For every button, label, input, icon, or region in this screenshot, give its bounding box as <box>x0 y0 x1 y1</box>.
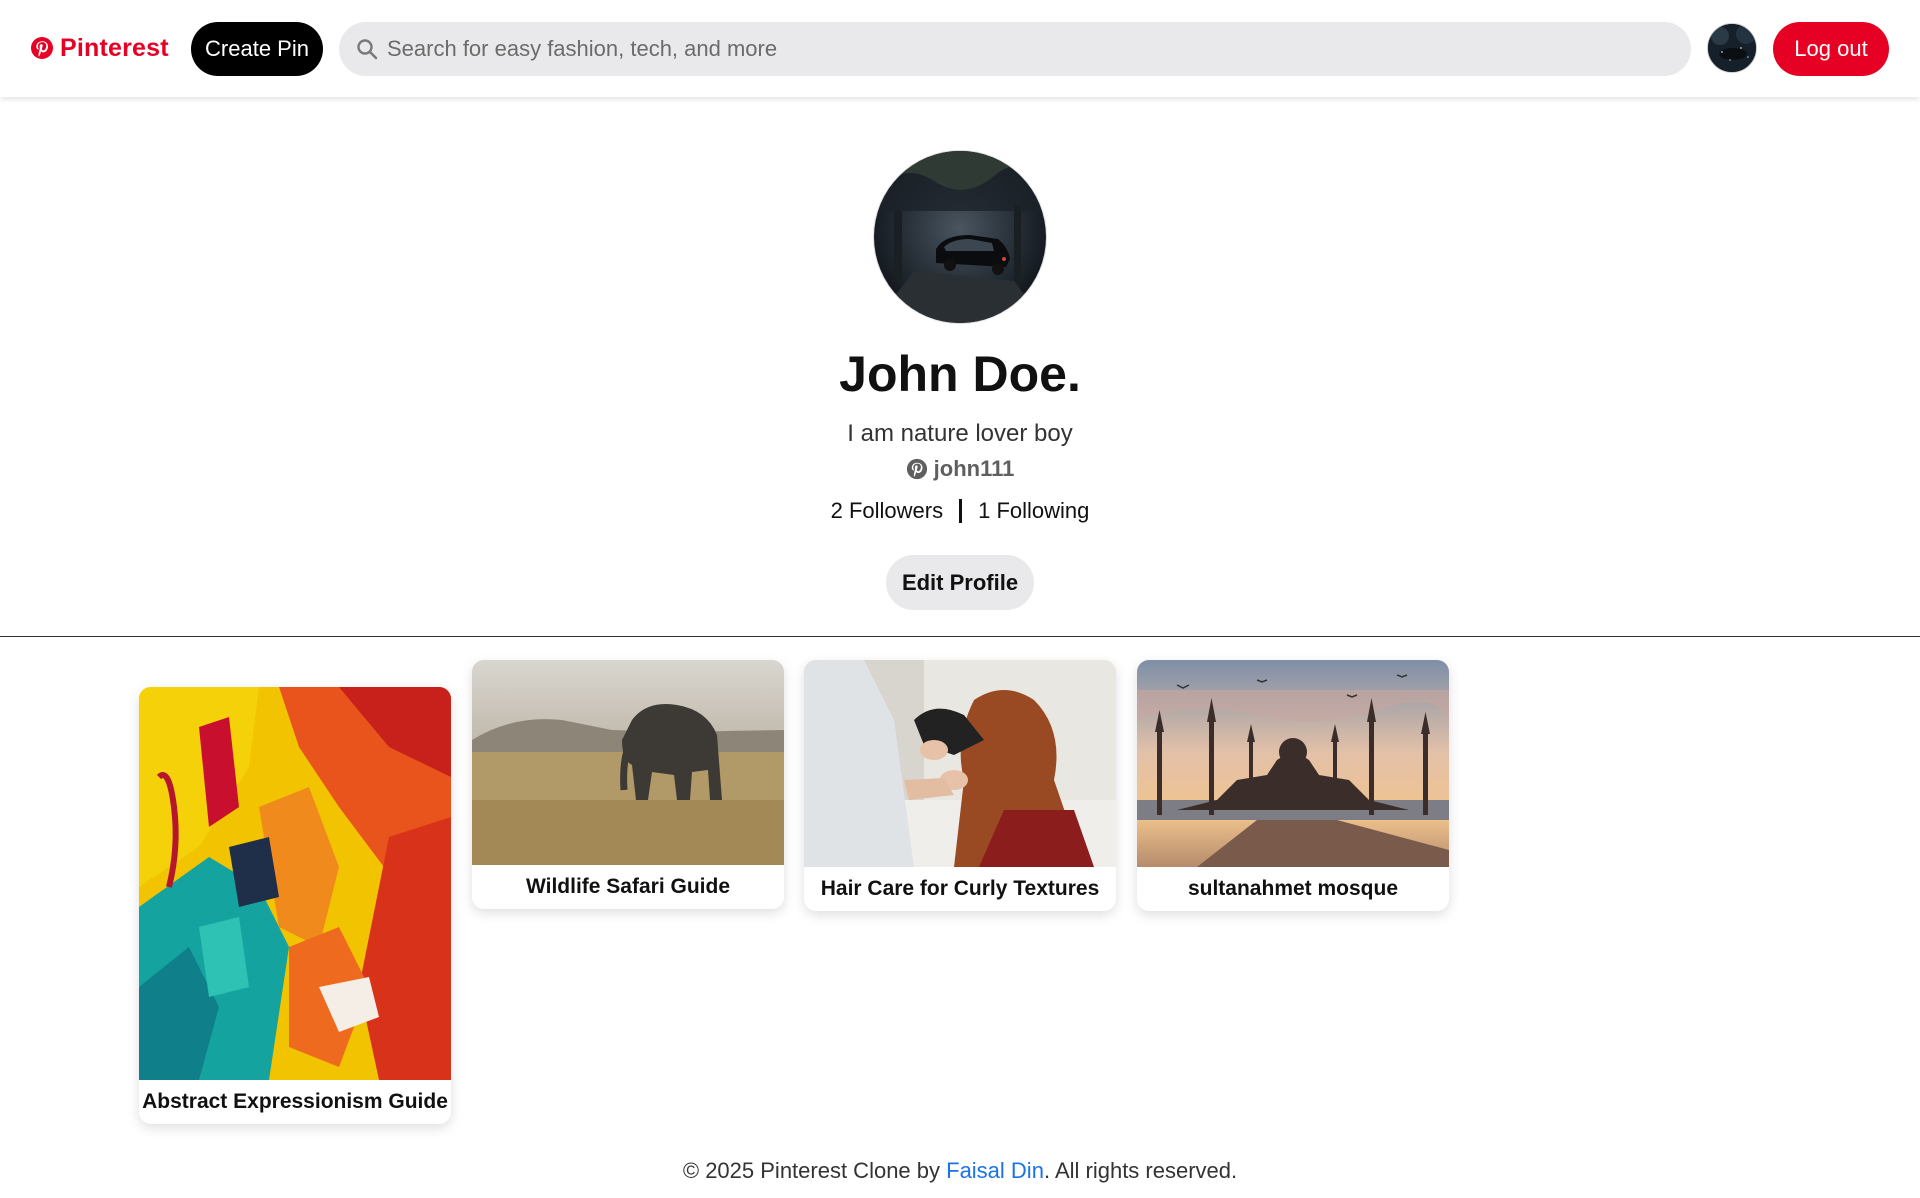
footer: © 2025 Pinterest Clone by Faisal Din. Al… <box>0 1158 1920 1184</box>
logout-button[interactable]: Log out <box>1773 22 1889 76</box>
pin-card[interactable]: Hair Care for Curly Textures <box>804 660 1116 911</box>
profile-avatar <box>874 151 1046 323</box>
profile-bio: I am nature lover boy <box>847 420 1073 447</box>
pin-card[interactable]: sultanahmet mosque <box>1137 660 1449 911</box>
pin-title: Wildlife Safari Guide <box>525 875 730 898</box>
pin-image <box>804 660 1116 867</box>
footer-prefix: © 2025 Pinterest Clone by <box>682 1158 947 1183</box>
section-divider <box>0 636 1920 637</box>
profile-handle: john111 <box>0 456 1920 482</box>
author-link[interactable]: Faisal Din <box>946 1158 1044 1183</box>
handle-text: john111 <box>933 456 1015 481</box>
pin-card[interactable]: Wildlife Safari Guide <box>472 660 784 909</box>
pin-image <box>1137 660 1449 867</box>
pin-title: sultanahmet mosque <box>1187 877 1399 900</box>
pin-image <box>472 660 784 865</box>
brand-link[interactable]: Pinterest <box>30 30 169 66</box>
following-count[interactable]: 1 Following <box>978 498 1089 524</box>
search-icon <box>357 39 378 60</box>
user-avatar[interactable] <box>1707 23 1757 73</box>
search-input[interactable] <box>387 22 1675 76</box>
search-bar <box>339 22 1691 76</box>
create-pin-button[interactable]: Create Pin <box>191 22 323 76</box>
pin-image <box>139 687 451 1080</box>
pin-title: Hair Care for Curly Textures <box>820 877 1100 900</box>
edit-profile-button[interactable]: Edit Profile <box>886 555 1034 610</box>
pin-card[interactable]: Abstract Expressionism Guide <box>139 687 451 1124</box>
pinterest-small-icon <box>906 458 927 480</box>
followers-count[interactable]: 2 Followers <box>831 498 943 524</box>
stats-divider <box>959 499 963 523</box>
profile-photo <box>874 151 1046 323</box>
avatar-image <box>1708 24 1756 72</box>
footer-suffix: . All rights reserved. <box>1043 1158 1238 1183</box>
pinterest-logo-icon <box>31 37 53 59</box>
brand-name: Pinterest <box>60 33 169 62</box>
profile-stats: 2 Followers 1 Following <box>0 498 1920 524</box>
profile-name: John Doe. <box>839 346 1081 402</box>
top-navbar: Pinterest Create Pin Log out <box>0 0 1920 97</box>
pin-title: Abstract Expressionism Guide <box>142 1090 448 1113</box>
